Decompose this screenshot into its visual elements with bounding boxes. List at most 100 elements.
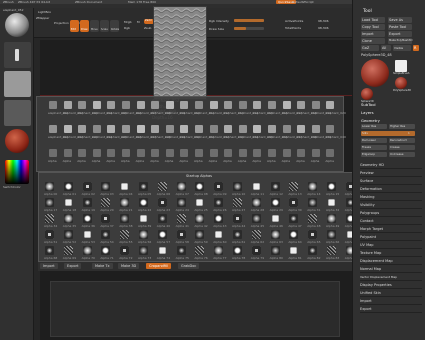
startup-alpha-thumb[interactable] (176, 214, 186, 223)
load-tool-button[interactable]: Load Tool (361, 17, 385, 23)
section-vector-displacement-map[interactable]: Vector Displacement Map (360, 275, 422, 281)
zsub-button[interactable]: Zsub (144, 26, 151, 30)
alpha-thumb[interactable] (63, 125, 72, 133)
startup-alpha-thumb[interactable] (327, 246, 336, 255)
freeze-button[interactable]: Freeze (361, 145, 387, 150)
alpha-thumb[interactable] (122, 149, 130, 157)
startup-alpha-thumb[interactable] (63, 214, 73, 223)
section-deformation[interactable]: Deformation (360, 187, 422, 193)
alpha-thumb[interactable] (49, 125, 57, 133)
alpha-thumb[interactable] (122, 101, 130, 109)
paste-tool-button[interactable]: Paste Tool (388, 24, 412, 30)
texture-off-icon[interactable] (4, 100, 31, 126)
startup-alpha-thumb[interactable] (214, 246, 224, 255)
section-morph-target[interactable]: Morph Target (360, 227, 422, 233)
alpha-export-button[interactable]: Export (64, 263, 82, 269)
alpha-thumb[interactable] (268, 149, 276, 157)
startup-alpha-thumb[interactable] (176, 230, 186, 239)
alpha-thumb[interactable] (180, 125, 189, 133)
startup-alpha-thumb[interactable] (101, 214, 111, 223)
alpha-thumb[interactable] (297, 149, 306, 157)
alpha-thumb[interactable] (107, 101, 116, 109)
alpha-thumb[interactable] (268, 101, 276, 109)
startup-alpha-thumb[interactable] (195, 230, 205, 239)
export-button[interactable]: Export (388, 31, 412, 37)
alpha-thumb[interactable] (253, 149, 262, 157)
alpha-thumb[interactable] (311, 101, 320, 109)
save-as-button[interactable]: Save As (388, 17, 412, 23)
alpha-thumb[interactable] (209, 125, 218, 133)
startup-alpha-thumb[interactable] (63, 246, 73, 255)
material-sphere-icon[interactable] (5, 129, 29, 153)
startup-alpha-thumb[interactable] (195, 246, 205, 255)
draw-button[interactable]: Draw (80, 20, 89, 32)
alpha-thumb[interactable] (136, 125, 145, 133)
sdiv-slider[interactable]: Sdiv 1 (361, 131, 415, 136)
startup-alpha-thumb[interactable] (139, 198, 148, 207)
startup-alpha-thumb[interactable] (45, 182, 54, 191)
geometry-section[interactable]: Geometry (361, 118, 380, 123)
lightbox-button[interactable]: LightBox (38, 10, 51, 14)
r-button[interactable]: R (413, 45, 419, 51)
alpha-thumb[interactable] (63, 149, 72, 157)
startup-alpha-thumb[interactable] (140, 215, 147, 222)
startup-alpha-thumb[interactable] (289, 182, 299, 191)
del-lower-button[interactable]: Del Lower (361, 138, 387, 143)
alpha-import-button[interactable]: Import (40, 263, 58, 269)
higher-res-button[interactable]: Higher Res (389, 124, 415, 129)
alpha-thumb[interactable] (297, 125, 306, 133)
standard-brush-icon[interactable] (5, 13, 29, 37)
startup-alpha-thumb[interactable] (63, 182, 73, 191)
startup-alpha-thumb[interactable] (308, 246, 318, 255)
alpha-thumb[interactable] (165, 101, 174, 109)
startup-alpha-thumb[interactable] (120, 214, 130, 223)
startup-alpha-thumb[interactable] (45, 198, 54, 207)
startup-alpha-thumb[interactable] (45, 230, 54, 239)
startup-alpha-thumb[interactable] (121, 183, 128, 190)
alpha-thumb[interactable] (297, 101, 306, 109)
section-polypaint[interactable]: Polypaint (360, 235, 422, 241)
stroke-dots-icon[interactable] (4, 42, 31, 68)
startup-alpha-thumb[interactable] (308, 214, 318, 223)
cropandfill-button[interactable]: Cropandfill (146, 263, 171, 269)
polysphere-small-thumb[interactable] (395, 77, 407, 89)
subtool-section[interactable]: SubTool (361, 102, 376, 107)
startup-alpha-thumb[interactable] (157, 182, 167, 191)
alpha-thumb[interactable] (224, 149, 233, 157)
copy-tool-button[interactable]: Copy Tool (361, 24, 385, 30)
make-3d-button[interactable]: Make 3D (118, 263, 140, 269)
startup-alpha-thumb[interactable] (176, 198, 186, 207)
switch-color-label[interactable]: SwitchColor (3, 185, 21, 189)
startup-alpha-thumb[interactable] (65, 199, 72, 206)
alpha-thumb[interactable] (49, 149, 57, 157)
startup-alpha-thumb[interactable] (82, 246, 92, 255)
section-contact[interactable]: Contact (360, 219, 422, 225)
polysphere-thumb[interactable] (361, 59, 389, 87)
section-visibility[interactable]: Visibility (360, 203, 422, 209)
goz-button[interactable]: GoZ (361, 45, 379, 51)
draw-size-slider[interactable] (234, 27, 264, 30)
startup-alpha-thumb[interactable] (271, 215, 279, 222)
alpha-thumb[interactable] (122, 125, 130, 133)
clone-button[interactable]: Clone (361, 38, 385, 44)
crease-button[interactable]: Crease (389, 145, 415, 150)
section-preview[interactable]: Preview (360, 171, 422, 177)
startup-alpha-thumb[interactable] (120, 246, 130, 255)
make-polymesh-button[interactable]: Make PolyMesh3D (388, 38, 412, 44)
startup-alpha-thumb[interactable] (270, 230, 280, 239)
alpha-thumb[interactable] (180, 101, 189, 109)
startup-alpha-thumb[interactable] (253, 183, 260, 190)
alpha-thumb[interactable] (165, 149, 174, 157)
alpha-thumb[interactable] (78, 101, 87, 109)
startup-alpha-thumb[interactable] (157, 230, 167, 239)
startup-alpha-thumb[interactable] (289, 214, 299, 223)
alpha-thumb[interactable] (238, 125, 247, 133)
alpha-thumb[interactable] (326, 149, 335, 157)
alpha-thumb[interactable] (282, 125, 291, 133)
startup-alpha-thumb[interactable] (233, 198, 242, 207)
alpha-thumb[interactable] (107, 149, 116, 157)
startup-alpha-thumb[interactable] (63, 230, 73, 239)
startup-alpha-thumb[interactable] (139, 182, 148, 191)
reconstruct-button[interactable]: Reconstruct (389, 138, 415, 143)
all-button[interactable]: All (381, 45, 391, 51)
